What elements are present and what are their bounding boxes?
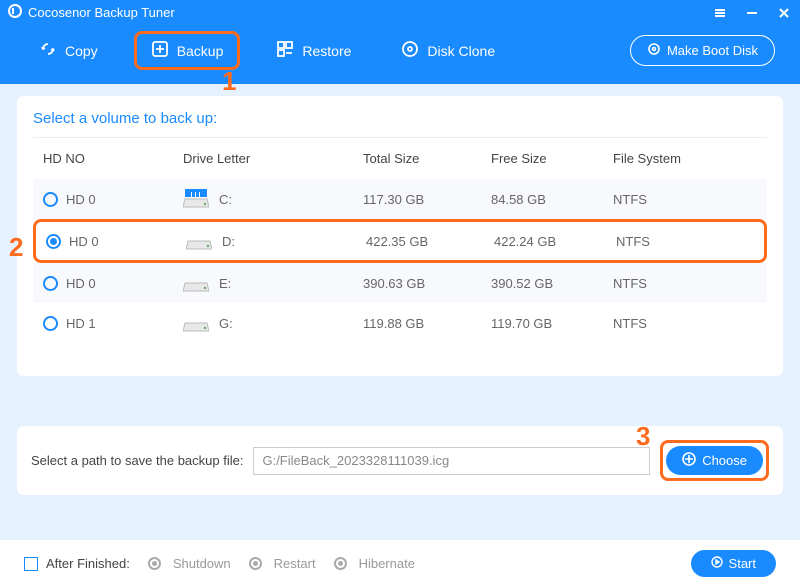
hibernate-radio[interactable] xyxy=(334,557,347,570)
cell-hd: HD 0 xyxy=(66,192,96,207)
after-finished-label: After Finished: xyxy=(46,556,130,571)
cell-hd: HD 1 xyxy=(66,316,96,331)
menu-icon[interactable] xyxy=(714,7,726,19)
table-row[interactable]: HD 0 C: 117.30 GB 84.58 GB NTFS xyxy=(33,179,767,219)
drive-icon xyxy=(183,313,209,333)
disk-clone-button[interactable]: Disk Clone xyxy=(387,32,509,69)
drive-icon xyxy=(186,231,212,251)
backup-icon xyxy=(151,40,169,61)
restart-radio[interactable] xyxy=(249,557,262,570)
copy-button[interactable]: Copy xyxy=(25,32,112,69)
cell-fs: NTFS xyxy=(613,276,743,291)
play-icon xyxy=(711,556,723,571)
title-bar: Cocosenor Backup Tuner xyxy=(0,0,800,25)
cell-hd: HD 0 xyxy=(66,276,96,291)
drive-icon xyxy=(183,189,209,209)
minimize-icon[interactable] xyxy=(746,7,758,19)
row-radio[interactable] xyxy=(43,276,58,291)
row-radio[interactable] xyxy=(43,316,58,331)
disk-clone-icon xyxy=(401,40,419,61)
restart-label: Restart xyxy=(274,556,316,571)
volume-panel: Select a volume to back up: HD NO Drive … xyxy=(17,96,783,376)
cell-free: 390.52 GB xyxy=(473,276,613,291)
col-fs: File System xyxy=(613,151,743,166)
cell-free: 119.70 GB xyxy=(473,316,613,331)
section-title: Select a volume to back up: xyxy=(33,110,767,137)
path-input[interactable] xyxy=(253,447,650,475)
table-row[interactable]: HD 1 G: 119.88 GB 119.70 GB NTFS xyxy=(33,303,767,343)
backup-button[interactable]: Backup xyxy=(134,31,241,70)
path-panel: Select a path to save the backup file: C… xyxy=(17,426,783,495)
footer: After Finished: Shutdown Restart Hiberna… xyxy=(0,540,800,587)
hibernate-label: Hibernate xyxy=(359,556,415,571)
copy-icon xyxy=(39,40,57,61)
app-icon xyxy=(8,4,22,21)
cell-free: 84.58 GB xyxy=(473,192,613,207)
cell-total: 390.63 GB xyxy=(333,276,473,291)
shutdown-label: Shutdown xyxy=(173,556,231,571)
drive-icon xyxy=(183,273,209,293)
app-title: Cocosenor Backup Tuner xyxy=(28,5,175,20)
row-radio[interactable] xyxy=(46,234,61,249)
cell-total: 117.30 GB xyxy=(333,192,473,207)
path-label: Select a path to save the backup file: xyxy=(31,453,243,468)
start-button[interactable]: Start xyxy=(691,550,776,577)
col-free: Free Size xyxy=(473,151,613,166)
restore-button[interactable]: Restore xyxy=(262,32,365,69)
cell-fs: NTFS xyxy=(616,234,746,249)
cell-letter: E: xyxy=(219,276,231,291)
col-total: Total Size xyxy=(333,151,473,166)
cell-letter: D: xyxy=(222,234,235,249)
col-drive: Drive Letter xyxy=(183,151,333,166)
table-header: HD NO Drive Letter Total Size Free Size … xyxy=(33,137,767,179)
cell-fs: NTFS xyxy=(613,192,743,207)
plus-circle-icon xyxy=(682,452,696,469)
restore-icon xyxy=(276,40,294,61)
cell-total: 119.88 GB xyxy=(333,316,473,331)
col-hdno: HD NO xyxy=(33,151,183,166)
cell-fs: NTFS xyxy=(613,316,743,331)
table-row[interactable]: HD 0 E: 390.63 GB 390.52 GB NTFS xyxy=(33,263,767,303)
cell-letter: G: xyxy=(219,316,233,331)
shutdown-radio[interactable] xyxy=(148,557,161,570)
cell-total: 422.35 GB xyxy=(336,234,476,249)
boot-disk-icon xyxy=(647,42,661,59)
table-row[interactable]: HD 0 D: 422.35 GB 422.24 GB NTFS xyxy=(33,219,767,263)
after-finished-checkbox[interactable] xyxy=(24,557,38,571)
close-icon[interactable] xyxy=(778,7,790,19)
choose-button[interactable]: Choose xyxy=(666,446,763,475)
cell-hd: HD 0 xyxy=(69,234,99,249)
cell-free: 422.24 GB xyxy=(476,234,616,249)
toolbar: Copy Backup Restore Disk Clone Make Boo xyxy=(0,25,800,84)
make-boot-disk-button[interactable]: Make Boot Disk xyxy=(630,35,775,66)
cell-letter: C: xyxy=(219,192,232,207)
row-radio[interactable] xyxy=(43,192,58,207)
